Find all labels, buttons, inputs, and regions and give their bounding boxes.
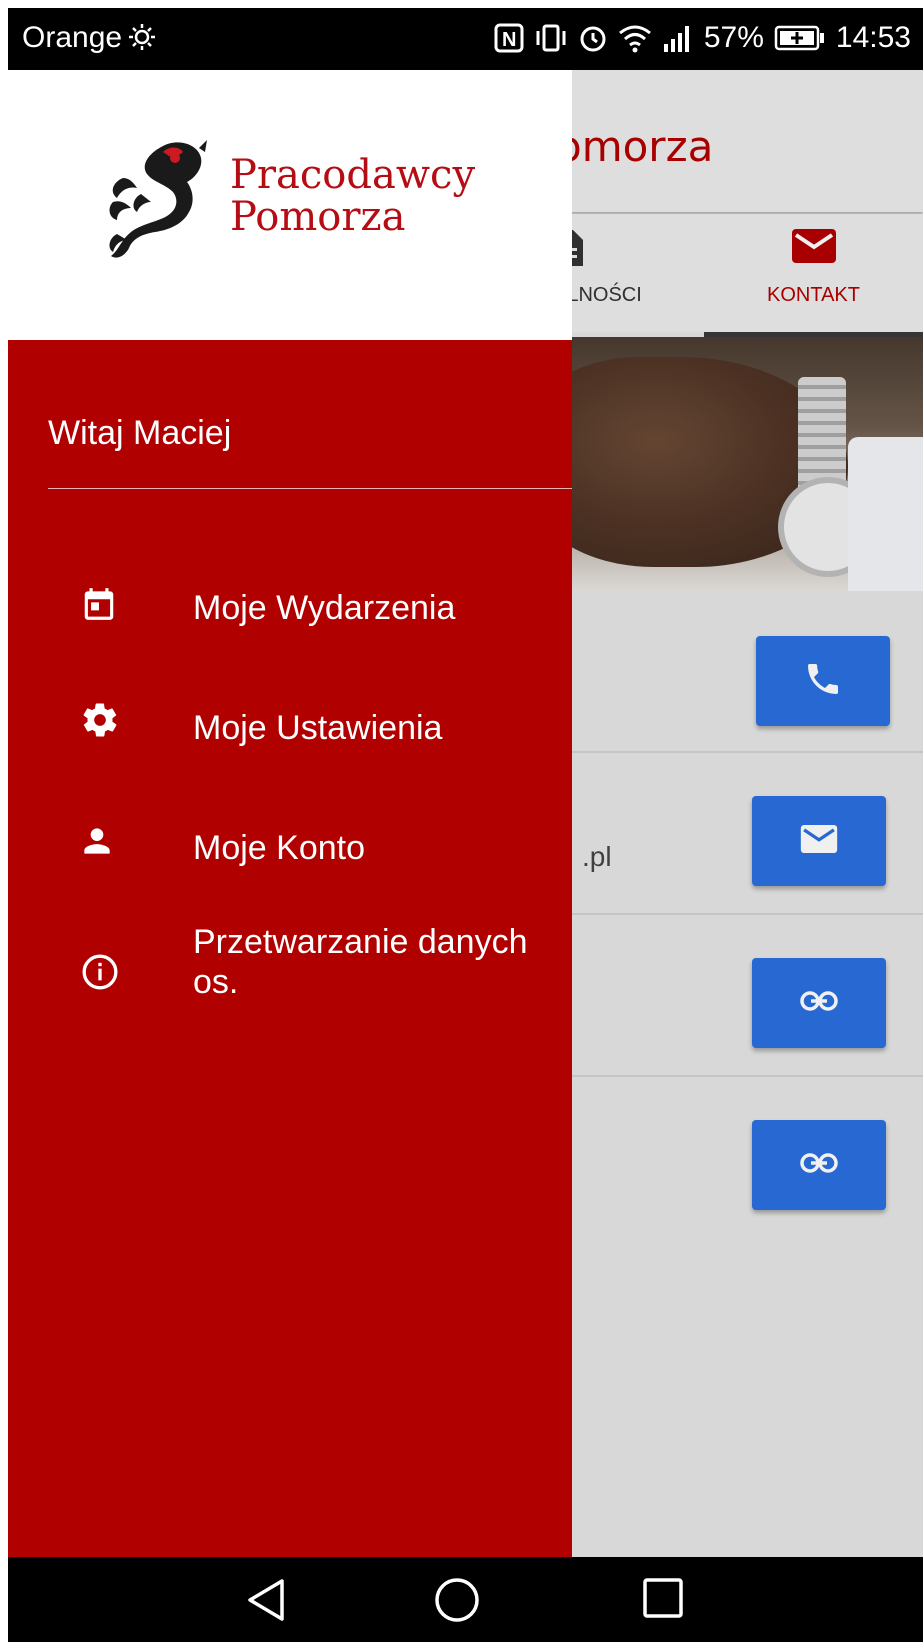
logo-line-1: Pracodawcy [230,152,476,198]
calendar-icon [80,584,118,633]
carrier-name: Orange [22,21,123,54]
menu-item-account[interactable]: Moje Konto [8,806,572,896]
clock-time: 14:53 [835,21,911,54]
logo-line-2: Pomorza [230,194,406,240]
recents-icon[interactable] [642,1577,684,1624]
home-icon[interactable] [434,1577,480,1628]
battery-percent: 57% [703,21,764,54]
svg-text:N: N [502,29,516,51]
drawer-divider [48,488,572,489]
menu-item-settings[interactable]: Moje Ustawienia [8,686,572,776]
alarm-icon [578,23,608,53]
menu-item-account-label: Moje Konto [193,829,365,867]
menu-item-events-label: Moje Wydarzenia [193,589,456,627]
drawer-scrim[interactable] [572,70,923,1557]
system-nav-bar [8,1557,923,1642]
battery-charging-icon [774,24,826,52]
drawer-header: Pracodawcy Pomorza [8,70,572,340]
nfc-icon: N [494,23,524,53]
wifi-icon [618,23,652,53]
signal-icon [662,24,694,52]
griffin-logo-icon [103,138,218,273]
person-icon [78,822,116,869]
menu-item-events[interactable]: Moje Wydarzenia [8,566,572,656]
menu-item-data-processing-label: Przetwarzanie danych os. [193,923,528,1001]
menu-item-settings-label: Moje Ustawienia [193,709,443,747]
menu-item-data-processing[interactable]: Przetwarzanie danych os. [8,916,572,1026]
screen: Orange N 57% 14:53 omorza ALNOŚCI KONTAK… [8,8,923,1642]
gear-icon [80,700,120,749]
back-icon[interactable] [244,1577,288,1628]
navigation-drawer: Pracodawcy Pomorza Witaj Maciej Moje Wyd… [8,70,572,1557]
status-bar: Orange N 57% 14:53 [8,8,923,70]
weather-sun-icon [128,23,156,59]
info-icon [80,952,120,1001]
logo-wordmark: Pracodawcy Pomorza [230,154,475,238]
vibrate-icon [534,23,568,53]
user-greeting: Witaj Maciej [48,414,232,452]
